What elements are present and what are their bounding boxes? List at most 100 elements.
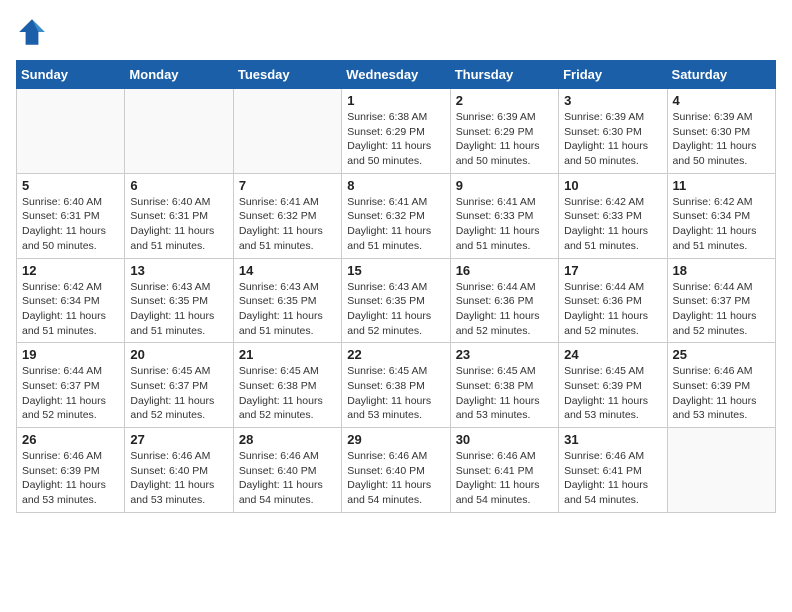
calendar-cell: 11Sunrise: 6:42 AM Sunset: 6:34 PM Dayli… [667,173,775,258]
calendar-week-5: 26 Sunrise: 6:46 AM Sunset: 6:39 PM Dayli… [17,428,776,513]
day-number: 31 [564,432,661,447]
calendar-cell: 9 Sunrise: 6:41 AM Sunset: 6:33 PM Daylig… [450,173,558,258]
day-detail: Sunrise: 6:41 AM Sunset: 6:33 PM Dayligh… [456,195,553,254]
calendar-cell: 4 Sunrise: 6:39 AM Sunset: 6:30 PM Daylig… [667,89,775,174]
day-detail: Sunrise: 6:44 AM Sunset: 6:36 PM Dayligh… [564,280,661,339]
weekday-header-sunday: Sunday [17,61,125,89]
day-number: 28 [239,432,336,447]
weekday-header-friday: Friday [559,61,667,89]
calendar-cell: 29Sunrise: 6:46 AM Sunset: 6:40 PM Dayli… [342,428,450,513]
calendar-cell: 10 Sunrise: 6:42 AM Sunset: 6:33 PM Dayli… [559,173,667,258]
calendar-week-1: 1 Sunrise: 6:38 AM Sunset: 6:29 PM Daylig… [17,89,776,174]
calendar-cell [17,89,125,174]
calendar-cell [125,89,233,174]
calendar-cell: 2 Sunrise: 6:39 AM Sunset: 6:29 PM Daylig… [450,89,558,174]
day-number: 24 [564,347,661,362]
day-number: 7 [239,178,336,193]
day-detail: Sunrise: 6:45 AM Sunset: 6:38 PM Dayligh… [347,364,444,423]
day-detail: Sunrise: 6:44 AM Sunset: 6:36 PM Dayligh… [456,280,553,339]
day-detail: Sunrise: 6:43 AM Sunset: 6:35 PM Dayligh… [347,280,444,339]
day-number: 13 [130,263,227,278]
calendar-week-4: 19 Sunrise: 6:44 AM Sunset: 6:37 PM Dayli… [17,343,776,428]
calendar-cell: 15 Sunrise: 6:43 AM Sunset: 6:35 PM Dayli… [342,258,450,343]
day-detail: Sunrise: 6:39 AM Sunset: 6:30 PM Dayligh… [673,110,770,169]
calendar-cell: 16 Sunrise: 6:44 AM Sunset: 6:36 PM Dayli… [450,258,558,343]
day-detail: Sunrise: 6:41 AM Sunset: 6:32 PM Dayligh… [347,195,444,254]
day-detail: Sunrise: 6:42 AM Sunset: 6:34 PM Dayligh… [22,280,119,339]
day-number: 21 [239,347,336,362]
day-number: 18 [673,263,770,278]
calendar-cell: 1 Sunrise: 6:38 AM Sunset: 6:29 PM Daylig… [342,89,450,174]
calendar-cell: 12 Sunrise: 6:42 AM Sunset: 6:34 PM Dayli… [17,258,125,343]
day-number: 20 [130,347,227,362]
calendar-cell: 21 Sunrise: 6:45 AM Sunset: 6:38 PM Dayli… [233,343,341,428]
day-number: 11 [673,178,770,193]
day-number: 2 [456,93,553,108]
calendar-cell: 6 Sunrise: 6:40 AM Sunset: 6:31 PM Daylig… [125,173,233,258]
calendar-week-3: 12 Sunrise: 6:42 AM Sunset: 6:34 PM Dayli… [17,258,776,343]
day-number: 8 [347,178,444,193]
day-number: 26 [22,432,119,447]
day-detail: Sunrise: 6:44 AM Sunset: 6:37 PM Dayligh… [22,364,119,423]
calendar-cell: 28 Sunrise: 6:46 AM Sunset: 6:40 PM Dayli… [233,428,341,513]
calendar-cell: 27 Sunrise: 6:46 AM Sunset: 6:40 PM Dayli… [125,428,233,513]
calendar-cell: 13 Sunrise: 6:43 AM Sunset: 6:35 PM Dayli… [125,258,233,343]
day-detail: Sunrise: 6:46 AM Sunset: 6:40 PM Dayligh… [347,449,444,508]
day-number: 3 [564,93,661,108]
day-detail: Sunrise: 6:45 AM Sunset: 6:37 PM Dayligh… [130,364,227,423]
weekday-header-thursday: Thursday [450,61,558,89]
day-number: 27 [130,432,227,447]
day-detail: Sunrise: 6:46 AM Sunset: 6:40 PM Dayligh… [130,449,227,508]
day-number: 6 [130,178,227,193]
calendar-cell: 8 Sunrise: 6:41 AM Sunset: 6:32 PM Daylig… [342,173,450,258]
day-detail: Sunrise: 6:42 AM Sunset: 6:33 PM Dayligh… [564,195,661,254]
day-number: 15 [347,263,444,278]
day-detail: Sunrise: 6:43 AM Sunset: 6:35 PM Dayligh… [130,280,227,339]
calendar-week-2: 5 Sunrise: 6:40 AM Sunset: 6:31 PM Daylig… [17,173,776,258]
calendar-header: SundayMondayTuesdayWednesdayThursdayFrid… [17,61,776,89]
day-number: 4 [673,93,770,108]
day-detail: Sunrise: 6:45 AM Sunset: 6:38 PM Dayligh… [239,364,336,423]
calendar-cell: 5Sunrise: 6:40 AM Sunset: 6:31 PM Daylig… [17,173,125,258]
day-number: 12 [22,263,119,278]
calendar-cell: 23Sunrise: 6:45 AM Sunset: 6:38 PM Dayli… [450,343,558,428]
calendar-cell: 3 Sunrise: 6:39 AM Sunset: 6:30 PM Daylig… [559,89,667,174]
day-detail: Sunrise: 6:46 AM Sunset: 6:39 PM Dayligh… [22,449,119,508]
day-number: 1 [347,93,444,108]
day-number: 14 [239,263,336,278]
calendar-cell: 24Sunrise: 6:45 AM Sunset: 6:39 PM Dayli… [559,343,667,428]
day-number: 9 [456,178,553,193]
calendar-cell: 30 Sunrise: 6:46 AM Sunset: 6:41 PM Dayli… [450,428,558,513]
day-number: 19 [22,347,119,362]
calendar-cell [667,428,775,513]
calendar-cell: 19 Sunrise: 6:44 AM Sunset: 6:37 PM Dayli… [17,343,125,428]
day-detail: Sunrise: 6:40 AM Sunset: 6:31 PM Dayligh… [130,195,227,254]
weekday-header-monday: Monday [125,61,233,89]
logo [16,16,54,48]
day-detail: Sunrise: 6:46 AM Sunset: 6:40 PM Dayligh… [239,449,336,508]
calendar-cell: 31 Sunrise: 6:46 AM Sunset: 6:41 PM Dayli… [559,428,667,513]
day-number: 30 [456,432,553,447]
day-detail: Sunrise: 6:38 AM Sunset: 6:29 PM Dayligh… [347,110,444,169]
day-detail: Sunrise: 6:41 AM Sunset: 6:32 PM Dayligh… [239,195,336,254]
day-number: 25 [673,347,770,362]
day-detail: Sunrise: 6:46 AM Sunset: 6:41 PM Dayligh… [564,449,661,508]
day-detail: Sunrise: 6:39 AM Sunset: 6:29 PM Dayligh… [456,110,553,169]
calendar-cell: 14 Sunrise: 6:43 AM Sunset: 6:35 PM Dayli… [233,258,341,343]
calendar-cell: 22 Sunrise: 6:45 AM Sunset: 6:38 PM Dayli… [342,343,450,428]
day-detail: Sunrise: 6:43 AM Sunset: 6:35 PM Dayligh… [239,280,336,339]
day-number: 16 [456,263,553,278]
calendar-cell: 17Sunrise: 6:44 AM Sunset: 6:36 PM Dayli… [559,258,667,343]
calendar-cell: 25Sunrise: 6:46 AM Sunset: 6:39 PM Dayli… [667,343,775,428]
weekday-header-wednesday: Wednesday [342,61,450,89]
calendar-cell: 26 Sunrise: 6:46 AM Sunset: 6:39 PM Dayli… [17,428,125,513]
day-detail: Sunrise: 6:39 AM Sunset: 6:30 PM Dayligh… [564,110,661,169]
day-number: 22 [347,347,444,362]
calendar-body: 1 Sunrise: 6:38 AM Sunset: 6:29 PM Daylig… [17,89,776,513]
calendar-cell: 18Sunrise: 6:44 AM Sunset: 6:37 PM Dayli… [667,258,775,343]
day-detail: Sunrise: 6:46 AM Sunset: 6:41 PM Dayligh… [456,449,553,508]
day-number: 10 [564,178,661,193]
day-number: 5 [22,178,119,193]
calendar-cell [233,89,341,174]
calendar-table: SundayMondayTuesdayWednesdayThursdayFrid… [16,60,776,513]
